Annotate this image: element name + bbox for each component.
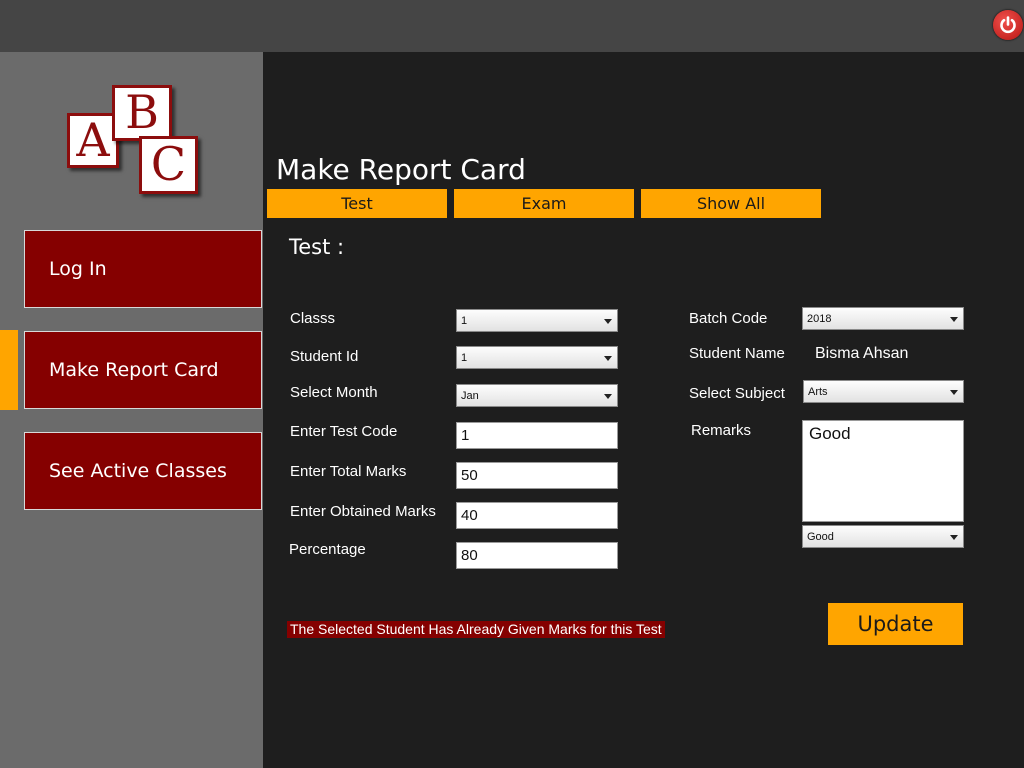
test-code-input[interactable]: 1 <box>456 422 618 449</box>
logo-block-c: C <box>139 136 198 194</box>
subject-label: Select Subject <box>689 385 785 402</box>
chevron-down-icon <box>604 319 612 324</box>
tab-test[interactable]: Test <box>267 189 447 218</box>
obtained-marks-input[interactable]: 40 <box>456 502 618 529</box>
subject-select[interactable]: Arts <box>803 380 964 403</box>
obtained-marks-label: Enter Obtained Marks <box>290 503 436 520</box>
student-id-select[interactable]: 1 <box>456 346 618 369</box>
page-title: Make Report Card <box>276 153 526 186</box>
select-value: Jan <box>461 389 479 402</box>
power-button[interactable] <box>993 10 1023 40</box>
batch-code-select[interactable]: 2018 <box>802 307 964 330</box>
test-code-label: Enter Test Code <box>290 423 398 440</box>
sidebar-item-label: Make Report Card <box>49 359 219 381</box>
chevron-down-icon <box>950 317 958 322</box>
update-button[interactable]: Update <box>828 603 963 645</box>
month-select[interactable]: Jan <box>456 384 618 407</box>
batch-code-label: Batch Code <box>689 310 768 327</box>
chevron-down-icon <box>950 535 958 540</box>
percentage-label: Percentage <box>289 541 366 558</box>
active-nav-indicator <box>0 330 18 410</box>
sidebar: A B C Log In Make Report Card See Active… <box>0 52 263 768</box>
select-value: 1 <box>461 351 468 364</box>
total-marks-input[interactable]: 50 <box>456 462 618 489</box>
student-id-label: Student Id <box>290 348 359 365</box>
remarks-textarea[interactable]: Good <box>802 420 964 522</box>
chevron-down-icon <box>604 356 612 361</box>
select-value: Arts <box>808 385 828 398</box>
tab-show-all[interactable]: Show All <box>641 189 821 218</box>
tab-exam[interactable]: Exam <box>454 189 634 218</box>
chevron-down-icon <box>604 394 612 399</box>
section-title: Test : <box>289 235 345 259</box>
class-select[interactable]: 1 <box>456 309 618 332</box>
select-value: 1 <box>461 314 468 327</box>
student-name-value: Bisma Ahsan <box>815 345 909 362</box>
sidebar-item-make-report-card[interactable]: Make Report Card <box>24 331 262 409</box>
select-value: Good <box>807 530 834 543</box>
logo-block-b: B <box>112 85 172 141</box>
class-label: Classs <box>290 310 336 327</box>
chevron-down-icon <box>950 390 958 395</box>
percentage-field[interactable]: 80 <box>456 542 618 569</box>
total-marks-label: Enter Total Marks <box>290 463 407 480</box>
select-value: 2018 <box>807 312 832 325</box>
month-label: Select Month <box>290 384 378 401</box>
remarks-select[interactable]: Good <box>802 525 964 548</box>
student-name-label: Student Name <box>689 345 785 362</box>
sidebar-item-label: Log In <box>49 258 107 280</box>
sidebar-item-log-in[interactable]: Log In <box>24 230 262 308</box>
sidebar-item-label: See Active Classes <box>49 460 227 482</box>
remarks-label: Remarks <box>691 422 752 439</box>
top-bar <box>0 0 1024 52</box>
status-message: The Selected Student Has Already Given M… <box>287 621 665 638</box>
sidebar-item-see-active-classes[interactable]: See Active Classes <box>24 432 262 510</box>
power-icon <box>1000 16 1016 34</box>
